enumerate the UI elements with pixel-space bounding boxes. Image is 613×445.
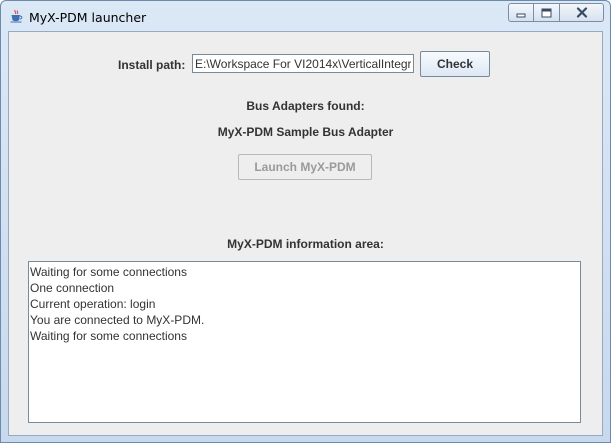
info-line: Waiting for some connections — [30, 329, 187, 343]
window-title: MyX-PDM launcher — [29, 10, 147, 25]
maximize-button[interactable] — [534, 3, 560, 22]
bus-adapters-heading: Bus Adapters found: — [246, 99, 365, 113]
close-button[interactable] — [560, 3, 604, 22]
info-line: One connection — [30, 281, 115, 295]
content-panel: Install path: Check Bus Adapters found: … — [8, 31, 603, 436]
info-line: You are connected to MyX-PDM. — [30, 313, 205, 327]
install-path-label: Install path: — [118, 58, 186, 72]
info-line: Waiting for some connections — [30, 265, 187, 279]
minimize-icon — [516, 13, 526, 17]
install-path-input[interactable] — [192, 54, 414, 73]
maximize-icon — [541, 8, 552, 17]
info-area-heading: MyX-PDM information area: — [227, 237, 384, 251]
bus-adapter-name: MyX-PDM Sample Bus Adapter — [217, 125, 394, 139]
close-icon — [576, 7, 587, 18]
minimize-button[interactable] — [508, 3, 534, 22]
info-line: Current operation: login — [30, 297, 156, 311]
title-bar[interactable]: MyX-PDM launcher — [1, 1, 610, 31]
info-text-area[interactable]: Waiting for some connections One connect… — [28, 261, 581, 423]
java-cup-icon — [10, 9, 23, 23]
launch-button[interactable]: Launch MyX-PDM — [238, 154, 372, 180]
check-button[interactable]: Check — [420, 51, 490, 77]
launcher-window: MyX-PDM launcher Install path: E:\Worksp… — [0, 0, 611, 443]
